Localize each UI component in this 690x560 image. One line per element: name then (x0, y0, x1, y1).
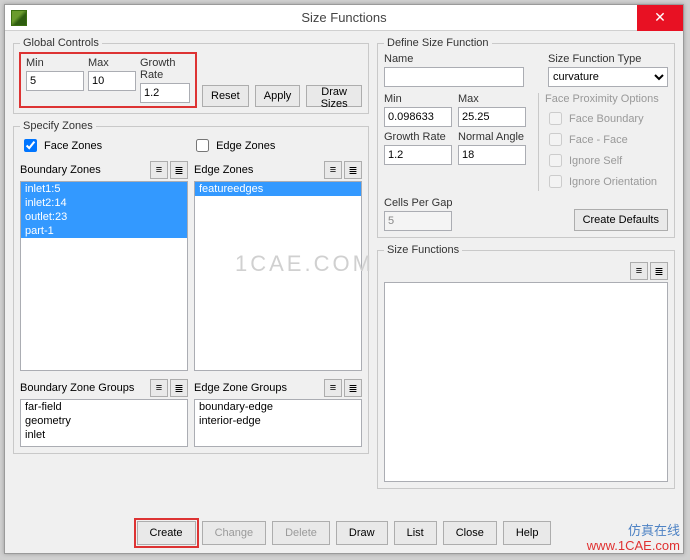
list-item[interactable]: geometry (21, 414, 187, 428)
deselect-all-icon[interactable]: ≣ (344, 161, 362, 179)
edge-zone-groups-list[interactable]: boundary-edgeinterior-edge (194, 399, 362, 447)
boundary-zone-groups-list[interactable]: far-fieldgeometryinlet (20, 399, 188, 447)
def-normal-angle-label: Normal Angle (458, 131, 526, 143)
edge-zone-groups-label: Edge Zone Groups (194, 382, 287, 394)
edge-zones-label: Edge Zones (216, 140, 275, 152)
face-zones-checkbox[interactable] (24, 139, 37, 152)
growth-rate-input[interactable] (140, 83, 190, 103)
left-column: Global Controls Min Max Growth Rate (13, 37, 369, 495)
ignore-orientation-label: Ignore Orientation (569, 176, 657, 188)
select-all-icon[interactable]: ≡ (324, 161, 342, 179)
min-input[interactable] (26, 71, 84, 91)
boundary-zones-label: Boundary Zones (20, 164, 101, 176)
global-controls-row: Min Max Growth Rate Reset Apply (20, 53, 362, 107)
deselect-all-icon[interactable]: ≣ (650, 262, 668, 280)
max-input[interactable] (88, 71, 136, 91)
cells-per-gap-label: Cells Per Gap (384, 197, 452, 209)
def-min-input[interactable] (384, 107, 452, 127)
deselect-all-icon[interactable]: ≣ (170, 161, 188, 179)
reset-button[interactable]: Reset (202, 85, 249, 107)
def-min-label: Min (384, 93, 452, 105)
select-all-icon[interactable]: ≡ (324, 379, 342, 397)
app-icon (11, 10, 27, 26)
list-item[interactable]: interior-edge (195, 414, 361, 428)
define-size-function-legend: Define Size Function (384, 37, 492, 49)
list-item[interactable]: featureedges (195, 182, 361, 196)
max-label: Max (88, 57, 136, 69)
list-item[interactable]: inlet2:14 (21, 196, 187, 210)
delete-button: Delete (272, 521, 330, 545)
face-boundary-checkbox (549, 112, 562, 125)
sf-name-input[interactable] (384, 67, 524, 87)
define-size-function-group: Define Size Function Name Size Function … (377, 37, 675, 238)
def-max-input[interactable] (458, 107, 526, 127)
face-proximity-legend: Face Proximity Options (545, 93, 659, 105)
face-face-label: Face - Face (569, 134, 628, 146)
list-item[interactable]: inlet1:5 (21, 182, 187, 196)
deselect-all-icon[interactable]: ≣ (344, 379, 362, 397)
select-all-icon[interactable]: ≡ (150, 379, 168, 397)
specify-zones-group: Specify Zones Face Zones Edge Zones (13, 120, 369, 454)
list-item[interactable]: outlet:23 (21, 210, 187, 224)
size-functions-list-group: Size Functions ≡ ≣ (377, 244, 675, 489)
list-item[interactable]: part-1 (21, 224, 187, 238)
face-face-checkbox (549, 133, 562, 146)
ignore-self-checkbox (549, 154, 562, 167)
global-controls-group: Global Controls Min Max Growth Rate (13, 37, 369, 114)
bottom-bar: Create Change Delete Draw List Close Hel… (5, 521, 683, 545)
face-boundary-label: Face Boundary (569, 113, 644, 125)
select-all-icon[interactable]: ≡ (630, 262, 648, 280)
sf-type-select[interactable]: curvature (548, 67, 668, 87)
draw-sizes-button[interactable]: Draw Sizes (306, 85, 362, 107)
edge-zones-list[interactable]: featureedges (194, 181, 362, 371)
window-title: Size Functions (5, 10, 683, 25)
edge-zones-list-label: Edge Zones (194, 164, 253, 176)
ignore-orientation-checkbox (549, 175, 562, 188)
edge-zones-checkbox[interactable] (196, 139, 209, 152)
def-max-label: Max (458, 93, 526, 105)
sf-type-label: Size Function Type (548, 53, 668, 65)
def-growth-rate-input[interactable] (384, 145, 452, 165)
create-button[interactable]: Create (137, 521, 196, 545)
boundary-zone-groups-label: Boundary Zone Groups (20, 382, 134, 394)
titlebar: Size Functions ✕ (5, 5, 683, 31)
close-icon[interactable]: ✕ (637, 5, 683, 31)
apply-button[interactable]: Apply (255, 85, 301, 107)
growth-rate-label: Growth Rate (140, 57, 190, 81)
change-button: Change (202, 521, 267, 545)
cells-per-gap-input (384, 211, 452, 231)
ignore-self-label: Ignore Self (569, 155, 622, 167)
content: Global Controls Min Max Growth Rate (5, 31, 683, 497)
list-item[interactable]: boundary-edge (195, 400, 361, 414)
list-item[interactable]: inlet (21, 428, 187, 442)
def-growth-rate-label: Growth Rate (384, 131, 452, 143)
name-label: Name (384, 53, 542, 65)
list-item[interactable]: far-field (21, 400, 187, 414)
global-controls-legend: Global Controls (20, 37, 102, 49)
help-button[interactable]: Help (503, 521, 552, 545)
right-column: Define Size Function Name Size Function … (377, 37, 675, 495)
create-defaults-button[interactable]: Create Defaults (574, 209, 668, 231)
close-button[interactable]: Close (443, 521, 497, 545)
face-zones-label: Face Zones (44, 140, 102, 152)
size-functions-legend: Size Functions (384, 244, 462, 256)
def-normal-angle-input[interactable] (458, 145, 526, 165)
min-label: Min (26, 57, 84, 69)
boundary-zones-list[interactable]: inlet1:5inlet2:14outlet:23part-1 (20, 181, 188, 371)
deselect-all-icon[interactable]: ≣ (170, 379, 188, 397)
select-all-icon[interactable]: ≡ (150, 161, 168, 179)
specify-zones-legend: Specify Zones (20, 120, 96, 132)
size-functions-list[interactable] (384, 282, 668, 482)
size-functions-window: Size Functions ✕ Global Controls Min Max (4, 4, 684, 554)
list-button[interactable]: List (394, 521, 437, 545)
draw-button[interactable]: Draw (336, 521, 388, 545)
